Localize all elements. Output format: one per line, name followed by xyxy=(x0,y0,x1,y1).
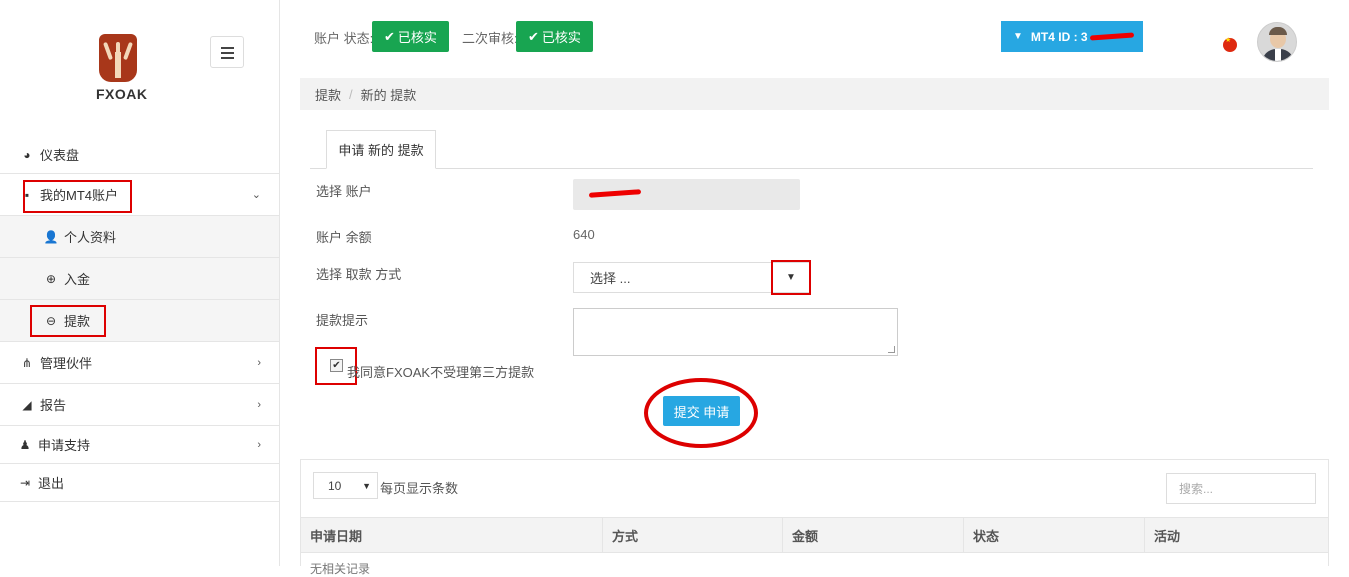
avatar[interactable] xyxy=(1257,22,1297,62)
account-status-badge: ✔ 已核实 xyxy=(372,21,449,52)
bullhorn-icon: ◢ xyxy=(22,397,32,412)
brand-logo[interactable]: FXOAK xyxy=(96,34,148,102)
hint-label: 提款提示 xyxy=(316,313,369,328)
balance-value: 640 xyxy=(573,227,595,242)
china-flag-icon[interactable] xyxy=(1223,36,1237,52)
column-header-actions[interactable]: 活动 xyxy=(1145,518,1328,552)
agree-checkbox[interactable]: ✔ xyxy=(330,359,343,372)
annotation-box-mt4 xyxy=(23,180,132,213)
sidebar-item-label: 入金 xyxy=(64,272,91,287)
breadcrumb: 提款 / 新的 提款 xyxy=(300,78,1329,110)
chevron-right-icon: › xyxy=(257,356,261,369)
sidebar-item-label: 个人资料 xyxy=(64,230,117,245)
breadcrumb-root[interactable]: 提款 xyxy=(315,85,341,104)
column-header-amount[interactable]: 金额 xyxy=(783,518,964,552)
sidebar-item-deposit[interactable]: ⊕ 入金 xyxy=(0,258,279,300)
user-icon: 👤 xyxy=(43,229,59,244)
sidebar-item-reports[interactable]: ◢ 报告 › xyxy=(0,384,279,426)
sidebar-item-support[interactable]: ♟ 申请支持 › xyxy=(0,426,279,464)
breadcrumb-separator: / xyxy=(349,86,353,102)
sidebar-item-profile[interactable]: 👤 个人资料 xyxy=(0,216,279,258)
second-review-value: 已核实 xyxy=(541,30,581,45)
method-label: 选择 取款 方式 xyxy=(316,267,402,282)
table-header: 申请日期 方式 金额 状态 活动 xyxy=(301,517,1328,553)
chevron-right-icon: › xyxy=(257,438,261,451)
column-header-status[interactable]: 状态 xyxy=(964,518,1145,552)
check-icon: ✔ xyxy=(528,28,539,44)
page-length-value: 10 xyxy=(328,478,342,493)
table-empty-message: 无相关记录 xyxy=(310,562,371,576)
account-field-label: 选择 账户 xyxy=(316,184,372,199)
sidebar-item-logout[interactable]: ⇥ 退出 xyxy=(0,464,279,502)
search-input[interactable]: 搜索... xyxy=(1166,473,1316,504)
dashboard-icon: ◕ xyxy=(23,147,31,162)
redaction-mark xyxy=(1089,32,1134,41)
sidebar-item-label: 申请支持 xyxy=(38,438,91,453)
check-icon: ✔ xyxy=(384,28,395,44)
account-field xyxy=(573,179,800,210)
sidebar-item-dashboard[interactable]: ◕ 仪表盘 xyxy=(0,136,279,174)
page-length-label: 每页显示条数 xyxy=(380,481,459,496)
sidebar-item-label: 管理伙伴 xyxy=(40,356,93,371)
sidebar-item-label: 退出 xyxy=(38,476,65,491)
redaction-mark xyxy=(588,189,642,198)
account-status-value: 已核实 xyxy=(397,30,437,45)
chevron-down-icon: ▼ xyxy=(1013,31,1023,42)
balance-label: 账户 余额 xyxy=(316,230,372,245)
sidebar-item-label: 报告 xyxy=(40,398,67,413)
plus-circle-icon: ⊕ xyxy=(45,271,57,286)
withdraw-hint-textarea[interactable] xyxy=(573,308,898,356)
chevron-right-icon: › xyxy=(257,398,261,411)
tab-bar xyxy=(310,168,1313,169)
breadcrumb-current: 新的 提款 xyxy=(360,87,417,103)
submit-button[interactable]: 提交 申请 xyxy=(663,396,740,426)
sidebar-item-label: 仪表盘 xyxy=(40,148,80,163)
sign-out-icon: ⇥ xyxy=(19,475,31,490)
tab-new-withdrawal[interactable]: 申请 新的 提款 xyxy=(326,130,436,169)
select-arrow-down-icon[interactable]: ▼ xyxy=(771,260,811,295)
sidebar-item-partners[interactable]: ⋔ 管理伙伴 › xyxy=(0,342,279,384)
brand-name: FXOAK xyxy=(96,86,148,102)
mt4-account-dropdown[interactable]: ▼ MT4 ID : 3 xyxy=(1001,21,1143,52)
mt4-id-label: MT4 ID : 3 xyxy=(1030,29,1088,44)
chevron-down-icon: ⌄ xyxy=(251,189,261,201)
account-status-label: 账户 状态: xyxy=(314,31,374,46)
second-review-badge: ✔ 已核实 xyxy=(516,21,593,52)
agree-label: 我同意FXOAK不受理第三方提款 xyxy=(347,365,535,380)
column-header-date[interactable]: 申请日期 xyxy=(301,518,603,552)
sitemap-icon: ⋔ xyxy=(21,355,33,370)
sidebar: FXOAK ◕ 仪表盘 ▪ 我的MT4账户 ⌄ 👤 个人资料 ⊕ 入金 ⊖ 提款… xyxy=(0,0,280,566)
withdraw-method-value: 选择 ... xyxy=(590,271,631,286)
second-review-label: 二次审核: xyxy=(462,31,518,46)
support-icon: ♟ xyxy=(19,437,31,452)
column-header-method[interactable]: 方式 xyxy=(603,518,783,552)
menu-toggle-button[interactable] xyxy=(210,36,244,68)
chevron-down-icon: ▼ xyxy=(362,480,371,491)
tree-logo-icon xyxy=(99,34,137,82)
page-length-select[interactable]: 10 ▼ xyxy=(313,472,378,499)
annotation-box-withdraw xyxy=(30,305,106,337)
